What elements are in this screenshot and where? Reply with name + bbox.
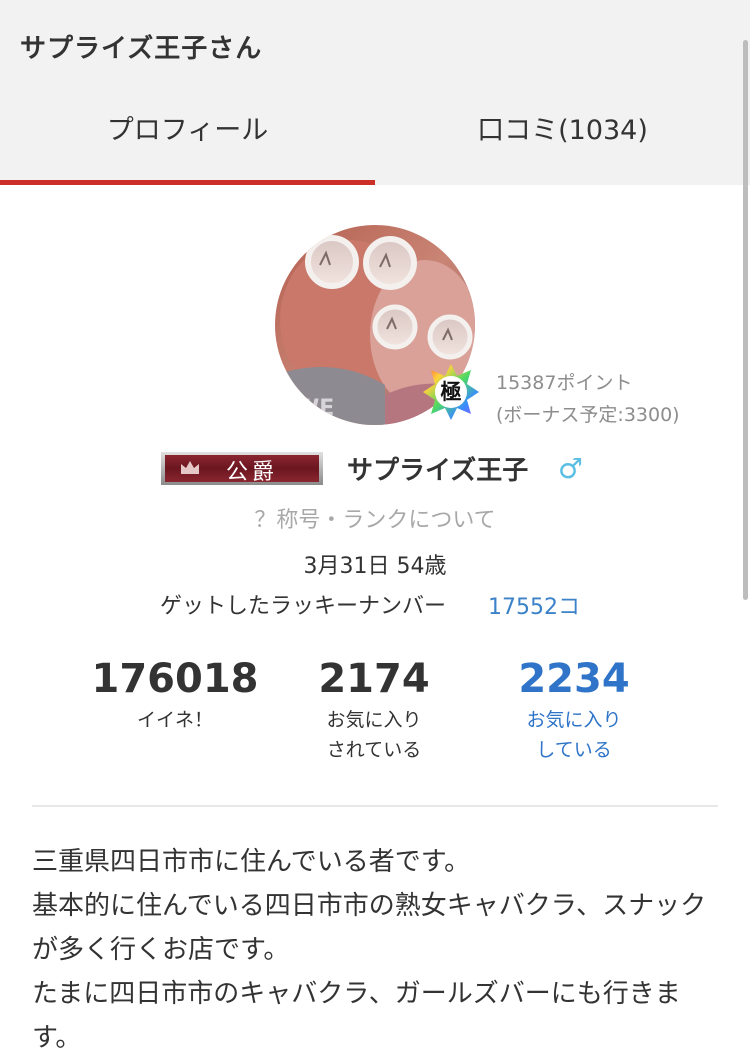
tab-profile[interactable]: プロフィール — [0, 108, 375, 156]
rank-badge-label: 極 — [440, 380, 462, 404]
birthday-age: 3月31日 54歳 — [303, 554, 447, 579]
rank-help-link[interactable]: ？称号・ランクについて — [0, 502, 750, 534]
lucky-number-value[interactable]: 17552コ — [488, 589, 580, 621]
points: 15387ポイント — [496, 372, 633, 394]
favoriting-label-line2[interactable]: している — [464, 735, 684, 765]
favorited-label-line2: されている — [326, 739, 422, 761]
title-badge-label: 公爵 — [226, 460, 279, 485]
intro-line: 三重県四日市市に住んでいる者です。 — [32, 847, 471, 877]
likes-label: イイネ！ — [136, 709, 213, 731]
favorited-label-line1: お気に入り — [326, 709, 422, 731]
favoriting-count[interactable]: 2234 — [464, 655, 684, 703]
lucky-number-label: ゲットしたラッキーナンバー — [160, 594, 447, 619]
page-title: サプライズ王子さん — [20, 34, 263, 64]
user-name: サプライズ王子 — [347, 456, 529, 486]
bonus-points: (ボーナス予定:3300) — [496, 404, 680, 426]
intro-line: 基本的に住んでいる四日市市の熟女キャバクラ、スナックが多く行くお店です。 — [32, 891, 707, 965]
stat-favoriting[interactable]: 2234 お気に入り している — [464, 655, 684, 765]
self-introduction: 三重県四日市市に住んでいる者です。 基本的に住んでいる四日市市の熟女キャバクラ、… — [32, 840, 722, 1056]
active-tab-indicator — [0, 180, 375, 185]
svg-text:WE: WE — [295, 396, 334, 421]
favoriting-label-line1[interactable]: お気に入り — [464, 705, 684, 735]
header: サプライズ王子さん プロフィール 口コミ(1034) — [0, 0, 750, 185]
stat-favorited: 2174 お気に入り されている — [264, 655, 484, 765]
favorited-count: 2174 — [318, 656, 430, 702]
divider — [32, 805, 718, 807]
intro-line: たまに四日市市のキャバクラ、ガールズバーにも行きます。 — [32, 979, 681, 1053]
male-icon: ♂ — [558, 452, 584, 485]
stat-likes: 176018 イイネ！ — [65, 655, 285, 735]
likes-count: 176018 — [91, 656, 259, 702]
tab-reviews[interactable]: 口コミ(1034) — [375, 108, 750, 156]
